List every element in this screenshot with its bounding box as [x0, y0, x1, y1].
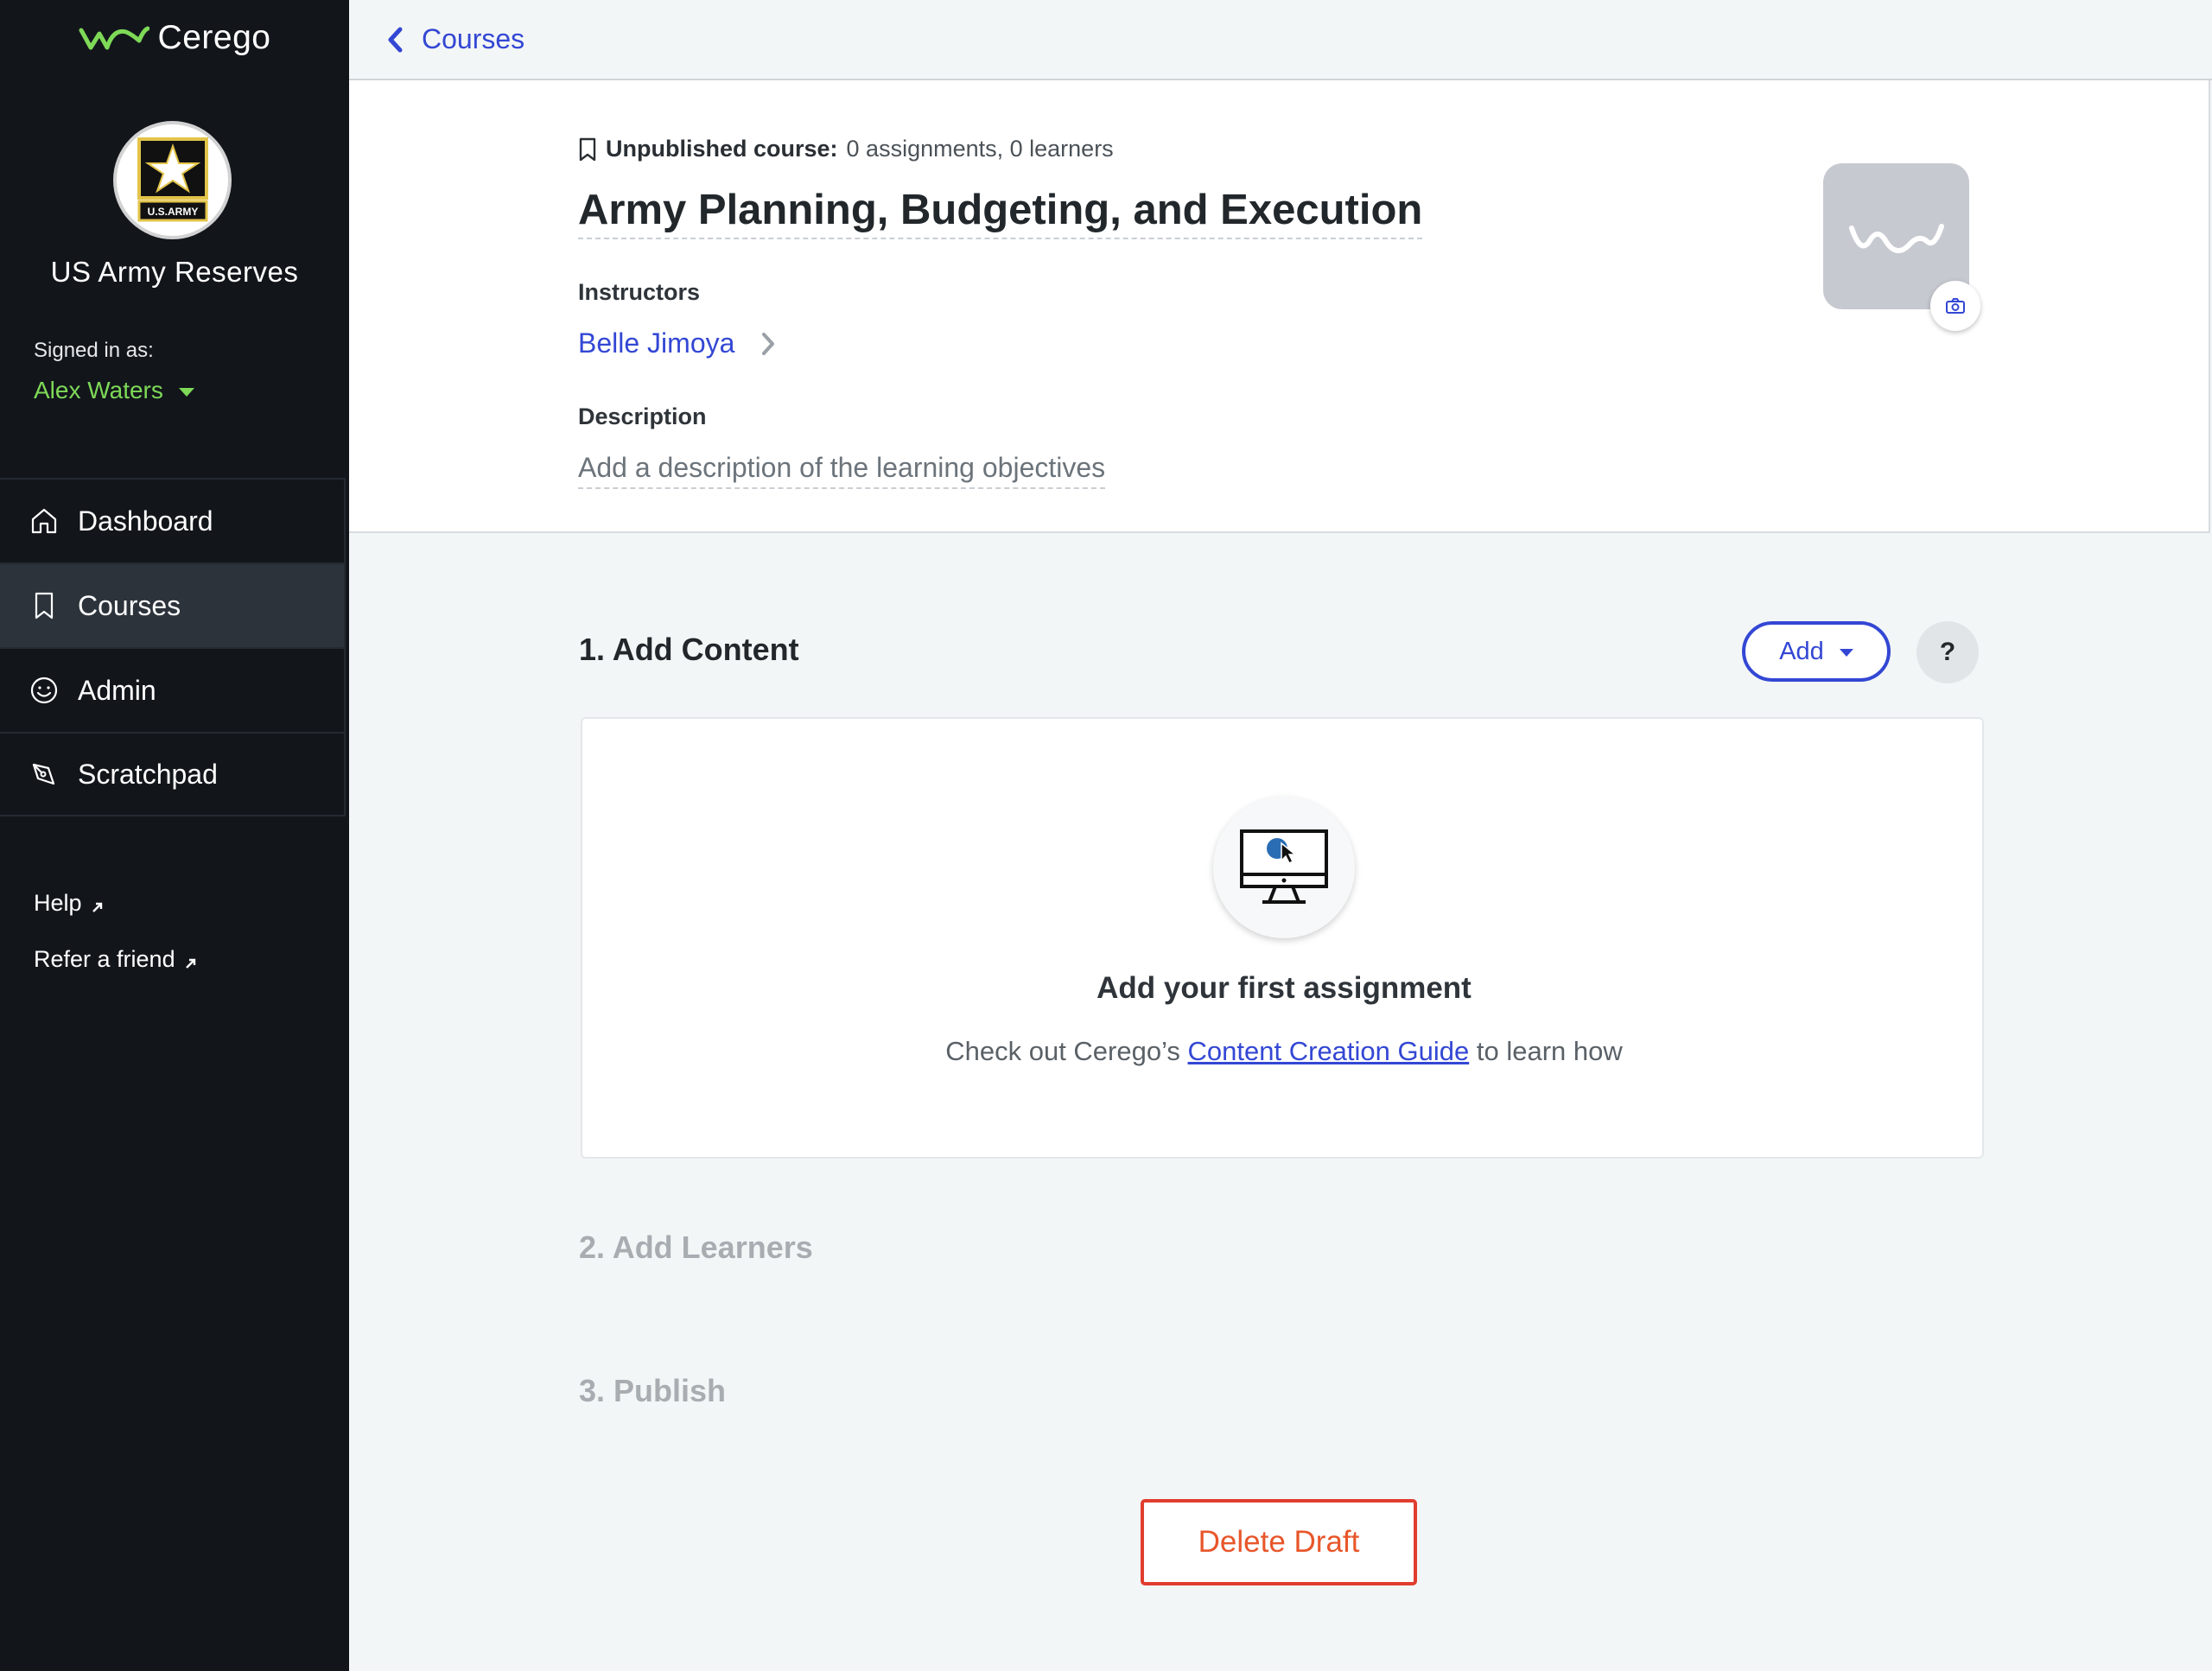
user-name: Alex Waters — [34, 377, 163, 403]
brand[interactable]: Cerego — [0, 19, 349, 57]
sidebar-item-admin[interactable]: Admin — [0, 647, 346, 732]
monitor-cursor-icon — [1240, 829, 1328, 904]
sidebar-item-courses[interactable]: Courses — [0, 562, 346, 647]
camera-icon — [1946, 298, 1965, 314]
cerego-logo-icon — [79, 26, 149, 50]
cerego-wave-icon — [1848, 223, 1944, 253]
step-add-content-heading: 1. Add Content — [579, 632, 799, 667]
external-arrow-icon — [92, 902, 102, 912]
sidebar-item-dashboard[interactable]: Dashboard — [0, 478, 346, 562]
description-label: Description — [578, 403, 707, 429]
help-link[interactable]: Help — [34, 890, 198, 917]
help-link-label: Help — [34, 890, 82, 916]
content-creation-guide-link[interactable]: Content Creation Guide — [1188, 1036, 1470, 1066]
chevron-down-icon — [178, 388, 194, 397]
org-logo: U.S.ARMY — [113, 121, 232, 239]
status-detail: 0 assignments, 0 learners — [846, 136, 1114, 162]
empty-state-subtitle: Check out Cerego’s Content Creation Guid… — [582, 1036, 1986, 1067]
empty-state-prefix: Check out Cerego’s — [945, 1036, 1188, 1066]
user-menu[interactable]: Alex Waters — [34, 377, 194, 404]
home-icon — [31, 508, 57, 534]
step-add-learners-heading: 2. Add Learners — [579, 1229, 813, 1265]
sidebar-item-label: Admin — [78, 674, 156, 706]
sidebar-item-label: Scratchpad — [78, 758, 218, 790]
step-publish-heading: 3. Publish — [579, 1373, 727, 1408]
description-field[interactable]: Add a description of the learning object… — [578, 452, 1106, 489]
sidebar-nav: Dashboard Courses Admin Scratchpad — [0, 478, 346, 816]
refer-friend-label: Refer a friend — [34, 946, 175, 972]
sidebar-item-scratchpad[interactable]: Scratchpad — [0, 732, 346, 816]
empty-state-suffix: to learn how — [1469, 1036, 1623, 1066]
chevron-down-icon — [1839, 649, 1853, 657]
empty-state-title: Add your first assignment — [1096, 971, 1471, 1005]
change-image-button[interactable] — [1930, 281, 1980, 331]
status-label: Unpublished course: — [606, 136, 838, 162]
external-arrow-icon — [185, 958, 195, 969]
course-status: Unpublished course: 0 assignments, 0 lea… — [578, 136, 1114, 162]
brand-name: Cerego — [157, 19, 271, 56]
instructors-label: Instructors — [578, 279, 701, 305]
empty-assignments-card: Add your first assignment Check out Cere… — [581, 717, 1984, 1159]
add-button-label: Add — [1779, 637, 1824, 665]
top-bar: Courses — [349, 0, 2212, 80]
chevron-left-icon — [388, 27, 403, 52]
sidebar-item-label: Courses — [78, 589, 181, 621]
bookmark-icon — [579, 137, 596, 161]
army-star-icon: U.S.ARMY — [137, 137, 208, 221]
refer-friend-link[interactable]: Refer a friend — [34, 946, 198, 973]
signed-in-label: Signed in as: — [34, 339, 154, 362]
back-link-label: Courses — [422, 23, 525, 54]
chevron-right-icon — [762, 332, 775, 355]
org-logo-text: U.S.ARMY — [147, 206, 198, 218]
sidebar-item-label: Dashboard — [78, 505, 213, 537]
course-header: Unpublished course: 0 assignments, 0 lea… — [349, 80, 2210, 533]
bookmark-icon — [35, 592, 54, 619]
help-button[interactable]: ? — [1916, 621, 1979, 683]
sidebar-links: Help Refer a friend — [34, 890, 198, 1002]
course-title[interactable]: Army Planning, Budgeting, and Execution — [578, 186, 1423, 239]
smiley-icon — [30, 677, 58, 704]
instructor-link[interactable]: Belle Jimoya — [578, 327, 776, 359]
org-name: US Army Reserves — [50, 256, 299, 288]
delete-draft-button[interactable]: Delete Draft — [1141, 1499, 1417, 1585]
back-to-courses-link[interactable]: Courses — [387, 23, 524, 55]
computer-illustration — [1213, 797, 1355, 938]
pen-icon — [32, 763, 55, 785]
sidebar: Cerego U.S.ARMY US Army Reserves Signed … — [0, 0, 349, 1671]
instructor-name: Belle Jimoya — [578, 327, 735, 359]
add-content-button[interactable]: Add — [1742, 621, 1891, 682]
